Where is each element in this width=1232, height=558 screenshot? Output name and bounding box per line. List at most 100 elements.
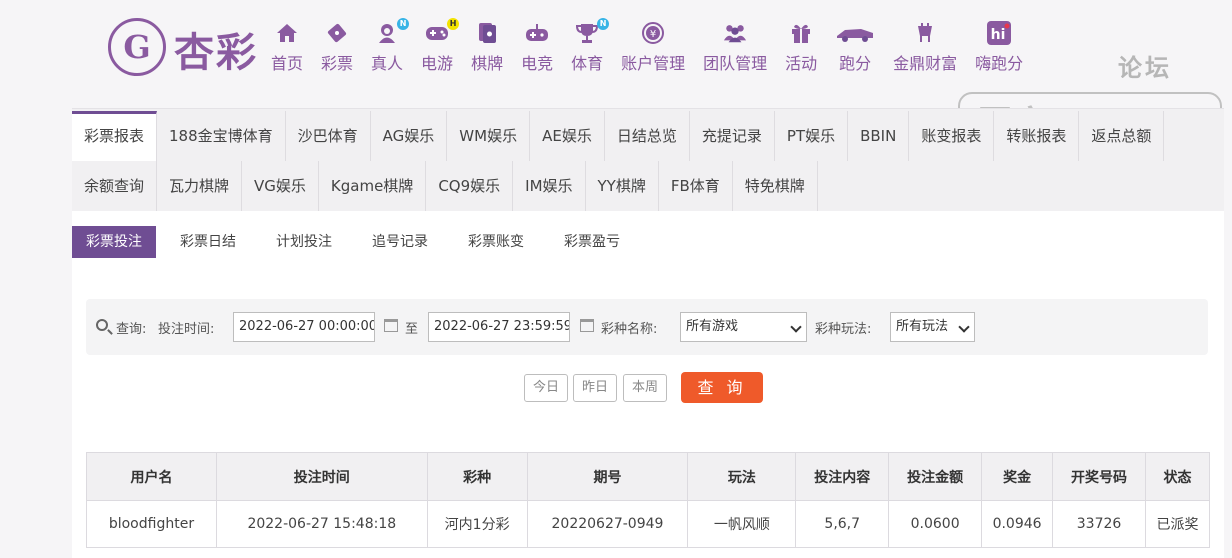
tab-report-row2-3[interactable]: Kgame棋牌	[319, 161, 427, 211]
play-type-label: 彩种玩法:	[815, 322, 872, 337]
nav-label: 棋牌	[471, 54, 504, 73]
column-header[interactable]: 开奖号码	[1052, 452, 1146, 501]
nav-item-slots[interactable]: H 电游	[421, 18, 460, 78]
logo-text: 杏彩	[174, 30, 258, 76]
nav-item-hi-pao-fen[interactable]: hi 嗨跑分	[975, 21, 1023, 78]
tab-report-0[interactable]: 彩票报表	[72, 111, 158, 161]
nav-label: 电游	[421, 54, 454, 73]
nav-item-pao-fen[interactable]: 跑分	[835, 22, 875, 78]
game-name-label: 彩种名称:	[601, 322, 658, 337]
this-week-button[interactable]: 本周	[623, 374, 667, 402]
gamepad-icon	[425, 22, 449, 44]
sub-tab-4[interactable]: 彩票账变	[452, 226, 540, 258]
tab-report-4[interactable]: WM娱乐	[447, 111, 531, 161]
cards-icon	[475, 22, 499, 44]
table-cell: 5,6,7	[795, 500, 890, 548]
game-name-select[interactable]: 所有游戏	[680, 312, 807, 342]
tab-report-10[interactable]: 账变报表	[909, 111, 995, 161]
nav-item-live[interactable]: N 真人	[371, 18, 410, 78]
report-tabs: 彩票报表 188金宝博体育 沙巴体育 AG娱乐 WM娱乐 AE娱乐 日结总览 充提记录 PT娱乐…	[72, 108, 1224, 211]
esports-controller-icon	[525, 22, 549, 44]
tab-report-row2-7[interactable]: FB体育	[659, 161, 733, 211]
sub-tab-0[interactable]: 彩票投注	[72, 226, 156, 258]
yesterday-button[interactable]: 昨日	[573, 374, 617, 402]
end-time-input[interactable]: 2022-06-27 23:59:59	[428, 312, 570, 342]
tab-report-3[interactable]: AG娱乐	[371, 111, 448, 161]
badge-hot: H	[447, 18, 460, 30]
nav-item-esports[interactable]: 电竞	[521, 22, 553, 78]
tab-report-row2-4[interactable]: CQ9娱乐	[426, 161, 514, 211]
query-button[interactable]: 查 询	[681, 372, 763, 403]
svg-text:¥: ¥	[650, 29, 656, 40]
to-label: 至	[405, 322, 419, 337]
tab-report-11[interactable]: 转账报表	[994, 111, 1080, 161]
start-time-input[interactable]: 2022-06-27 00:00:00	[233, 312, 375, 342]
table-cell: 0.0946	[981, 500, 1054, 548]
column-header[interactable]: 玩法	[687, 452, 797, 501]
tab-report-row2-6[interactable]: YY棋牌	[586, 161, 659, 211]
tab-report-row2-0[interactable]: 余额查询	[72, 161, 158, 211]
logo-mark-icon: G	[108, 18, 166, 76]
nav-label: 电竞	[521, 54, 554, 73]
nav-label: 跑分	[839, 54, 872, 73]
tab-report-row2-2[interactable]: VG娱乐	[242, 161, 319, 211]
sub-tab-1[interactable]: 彩票日结	[164, 226, 252, 258]
table-cell: 2022-06-27 15:48:18	[215, 500, 428, 548]
yuan-coin-icon: ¥	[641, 22, 665, 44]
nav-item-jinding[interactable]: 金鼎财富	[893, 22, 957, 78]
main-nav: 首页 彩票 N 真人 H 电游 棋牌 电竞 N 体育 ¥ 账户管理 团队管理 活…	[262, 18, 1032, 78]
car-icon	[835, 22, 875, 44]
home-icon	[275, 22, 299, 44]
nav-item-home[interactable]: 首页	[271, 22, 303, 78]
column-header[interactable]: 投注时间	[215, 452, 428, 501]
column-header[interactable]: 彩种	[426, 452, 528, 501]
lottery-ticket-icon	[325, 22, 349, 44]
table-row[interactable]: bloodfighter 2022-06-27 15:48:18 河内1分彩 2022…	[86, 500, 1211, 548]
play-type-select[interactable]: 所有玩法	[890, 312, 975, 342]
tab-report-2[interactable]: 沙巴体育	[286, 111, 371, 161]
column-header[interactable]: 状态	[1144, 452, 1211, 501]
calendar-icon[interactable]	[384, 319, 398, 332]
table-body: bloodfighter 2022-06-27 15:48:18 河内1分彩 2022…	[86, 500, 1211, 548]
nav-item-account[interactable]: ¥ 账户管理	[621, 22, 685, 78]
tab-report-5[interactable]: AE娱乐	[530, 111, 605, 161]
bet-time-label: 投注时间:	[158, 322, 215, 337]
site-logo[interactable]: G 杏彩	[108, 14, 268, 80]
column-header[interactable]: 投注内容	[795, 452, 890, 501]
ding-icon	[913, 22, 937, 44]
tab-report-12[interactable]: 返点总额	[1079, 111, 1165, 161]
nav-item-team[interactable]: 团队管理	[703, 22, 767, 78]
nav-label: 金鼎财富	[893, 54, 958, 73]
tab-report-7[interactable]: 充提记录	[690, 111, 775, 161]
nav-item-activity[interactable]: 活动	[785, 22, 817, 78]
nav-item-chess[interactable]: 棋牌	[471, 22, 503, 78]
column-header[interactable]: 用户名	[86, 452, 217, 501]
tab-row-2: 余额查询 瓦力棋牌 VG娱乐 Kgame棋牌 CQ9娱乐 IM娱乐 YY棋牌 FB体育 特免棋牌	[72, 161, 818, 211]
tab-report-8[interactable]: PT娱乐	[775, 111, 849, 161]
sub-tabs: 彩票投注 彩票日结 计划投注 追号记录 彩票账变 彩票盈亏	[72, 226, 644, 258]
column-header[interactable]: 投注金额	[888, 452, 983, 501]
hi-app-icon: hi	[987, 21, 1012, 45]
nav-label: 活动	[785, 54, 818, 73]
today-button[interactable]: 今日	[524, 374, 568, 402]
sub-tab-3[interactable]: 追号记录	[356, 226, 444, 258]
tab-report-9[interactable]: BBIN	[848, 111, 910, 161]
calendar-icon[interactable]	[580, 319, 594, 332]
column-header[interactable]: 期号	[526, 452, 689, 501]
sub-tab-2[interactable]: 计划投注	[260, 226, 348, 258]
header: G 杏彩 首页 彩票 N 真人 H 电游 棋牌 电竞 N 体育 ¥ 账户管理 团…	[0, 0, 1232, 144]
tab-report-row2-5[interactable]: IM娱乐	[513, 161, 586, 211]
tab-report-row2-1[interactable]: 瓦力棋牌	[157, 161, 243, 211]
tab-report-1[interactable]: 188金宝博体育	[157, 111, 286, 161]
column-header[interactable]: 奖金	[981, 452, 1054, 501]
nav-item-lottery[interactable]: 彩票	[321, 22, 353, 78]
team-icon	[723, 22, 747, 44]
tab-report-6[interactable]: 日结总览	[605, 111, 690, 161]
live-dealer-icon	[375, 22, 399, 44]
query-label: 查询:	[116, 322, 147, 337]
nav-item-sports[interactable]: N 体育	[571, 18, 610, 78]
tab-report-row2-8[interactable]: 特免棋牌	[733, 161, 818, 211]
sub-tab-5[interactable]: 彩票盈亏	[548, 226, 636, 258]
nav-label: 团队管理	[703, 54, 768, 73]
nav-label: 首页	[271, 54, 304, 73]
